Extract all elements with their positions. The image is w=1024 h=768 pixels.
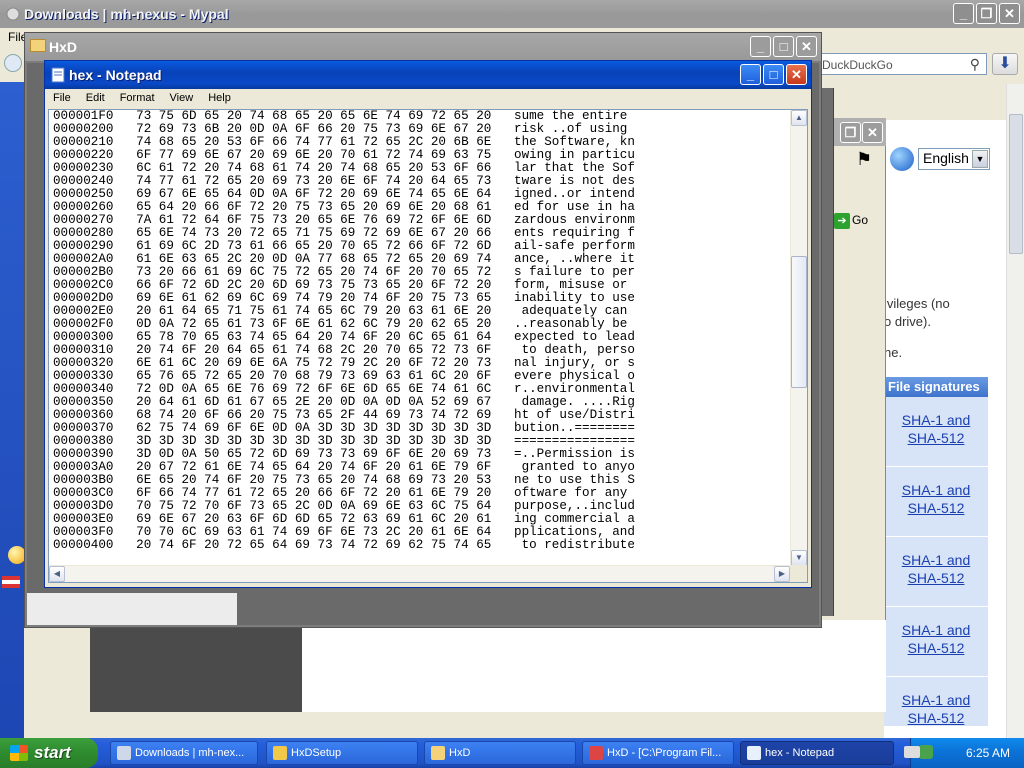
menu-format[interactable]: Format [112,89,162,104]
folder-icon [431,746,445,760]
hxd-task-icon [589,746,603,760]
privileges-line-2: o drive). [884,314,931,329]
go-label: Go [852,213,869,227]
browser-app-icon [5,6,21,22]
menu-help[interactable]: Help [200,89,238,104]
start-label: start [34,743,71,762]
clock[interactable]: 6:25 AM [966,746,1010,760]
menu-view[interactable]: View [162,89,201,104]
task-label: HxD - [C:\Program Fil... [607,747,722,759]
sig-cell: SHA-1 and SHA-512 [884,397,988,467]
notepad-icon [50,67,66,83]
minimize-button[interactable]: _ [953,3,974,24]
scroll-corner [790,565,807,582]
downloads-icon[interactable]: ⬇ [992,53,1018,75]
task-button-hxdsetup[interactable]: HxDSetup [266,741,418,765]
chevron-down-icon[interactable]: ▼ [972,150,988,168]
notepad-text-area[interactable]: 000001F0 73 75 6D 65 20 74 68 65 20 65 6… [48,109,808,583]
back-icon[interactable] [4,54,22,72]
task-label: Downloads | mh-nex... [135,747,245,759]
close-button[interactable]: ✕ [786,64,807,85]
task-button-browser[interactable]: Downloads | mh-nex... [110,741,258,765]
minimize-button[interactable]: _ [750,36,771,57]
menu-file[interactable]: File [45,89,78,104]
windows-logo-icon [10,745,28,761]
task-label: HxDSetup [291,747,342,759]
maximize-button[interactable]: ❐ [840,122,861,143]
minimize-button[interactable]: _ [740,64,761,85]
task-label: hex - Notepad [765,747,835,759]
notepad-window: hex - Notepad _ □ ✕ File Edit Format View He… [44,60,812,588]
task-label: HxD [449,747,471,759]
ne-text: ne. [884,345,903,360]
maximize-button[interactable]: □ [773,36,794,57]
language-value: English [923,150,969,166]
notepad-titlebar[interactable]: hex - Notepad _ □ ✕ [45,61,811,89]
task-button-hxd[interactable]: HxD - [C:\Program Fil... [582,741,734,765]
task-button-hxd-folder[interactable]: HxD [424,741,576,765]
notepad-menubar: File Edit Format View Help [45,89,811,109]
maximize-button[interactable]: ❐ [976,3,997,24]
close-button[interactable]: ✕ [796,36,817,57]
file-signatures-header: File signatures [884,377,988,397]
tray-network-icon[interactable] [919,745,933,759]
hxd-titlebar[interactable]: HxD _ □ ✕ [25,33,821,61]
search-icon[interactable]: ⚲ [970,56,980,73]
start-button[interactable]: start [0,738,98,768]
maximize-button[interactable]: □ [763,64,784,85]
hxd-title: HxD [49,39,78,55]
browser-titlebar[interactable]: Downloads | mh-nexus - Mypal _ ❐ ✕ [0,0,1024,28]
background-panel-white [302,620,886,712]
flag-icon [2,576,20,588]
task-button-notepad[interactable]: hex - Notepad [740,741,894,765]
background-panel [90,620,302,712]
sig-link[interactable]: SHA-1 and SHA-512 [902,482,970,516]
keyboard-icon[interactable] [904,746,920,758]
privileges-text: ivileges (no o drive). [884,295,950,331]
globe-icon [890,147,914,171]
scroll-down-icon[interactable]: ▼ [791,550,807,566]
horizontal-scrollbar[interactable]: ◀ ▶ [49,565,790,582]
sig-cell: SHA-1 and SHA-512 [884,537,988,607]
notepad-title: hex - Notepad [69,67,162,83]
close-button[interactable]: ✕ [862,122,883,143]
scroll-thumb[interactable] [791,256,807,388]
menu-edit[interactable]: Edit [78,89,112,104]
windows-flag-icon: ⚑ [856,149,873,169]
browser-task-icon [117,746,131,760]
privileges-line-1: ivileges (no [884,296,950,311]
sig-link[interactable]: SHA-1 and SHA-512 [902,622,970,656]
scroll-left-icon[interactable]: ◀ [49,566,65,582]
sig-cell: SHA-1 and SHA-512 [884,467,988,537]
sig-link[interactable]: SHA-1 and SHA-512 [902,412,970,446]
vertical-scrollbar[interactable]: ▲ ▼ [790,110,807,566]
setup-task-icon [273,746,287,760]
system-tray: 6:25 AM [910,738,1024,768]
close-button[interactable]: ✕ [999,3,1020,24]
sig-links-column: SHA-1 and SHA-512 SHA-1 and SHA-512 SHA-… [884,397,988,727]
browser-scrollbar[interactable] [1006,84,1024,738]
sig-cell: SHA-1 and SHA-512 [884,677,988,727]
sig-link[interactable]: SHA-1 and SHA-512 [902,552,970,586]
go-button[interactable]: ➔ Go [832,210,884,232]
scroll-up-icon[interactable]: ▲ [791,110,807,126]
folder-icon [30,39,46,52]
sidebar-strip [0,82,24,738]
go-arrow-icon: ➔ [834,213,850,229]
language-select[interactable]: English ▼ [918,148,990,170]
browser-title: Downloads | mh-nexus - Mypal [24,6,229,22]
sig-cell: SHA-1 and SHA-512 [884,607,988,677]
notepad-task-icon [747,746,761,760]
hex-dump-text[interactable]: 000001F0 73 75 6D 65 20 74 68 65 20 65 6… [53,110,635,552]
taskbar: start Downloads | mh-nex... HxDSetup HxD… [0,738,1024,768]
search-input[interactable]: DuckDuckGo ⚲ [815,53,987,75]
sig-link[interactable]: SHA-1 and SHA-512 [902,692,970,726]
scroll-thumb[interactable] [1009,114,1023,254]
search-placeholder: DuckDuckGo [822,58,893,72]
hxd-panel [27,593,237,625]
scroll-right-icon[interactable]: ▶ [774,566,790,582]
